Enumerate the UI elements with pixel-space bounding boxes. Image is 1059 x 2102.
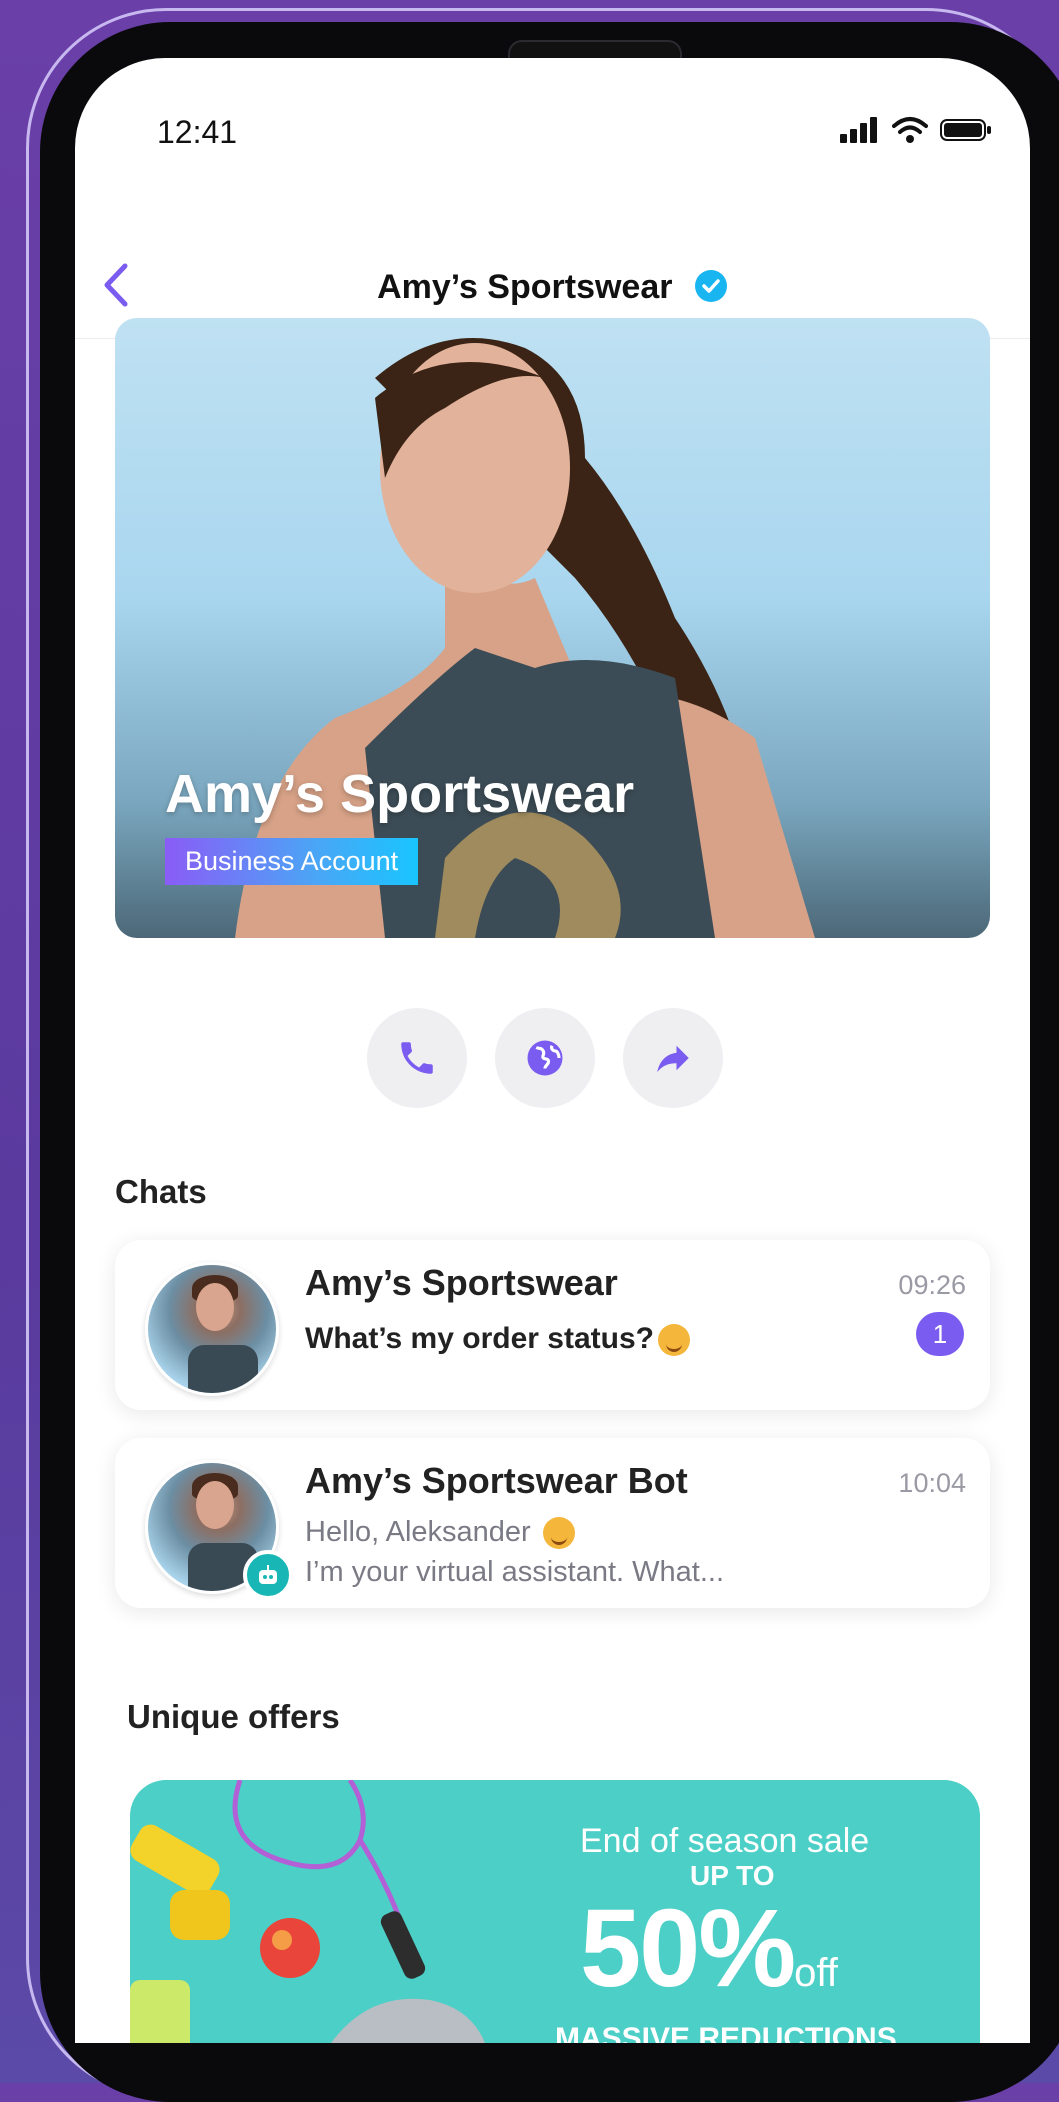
- chat-time: 09:26: [898, 1270, 966, 1300]
- offer-percent: 50%: [580, 1887, 796, 2010]
- chat-list-item[interactable]: Amy’s Sportswear Bot 10:04 Hello, Aleksa…: [115, 1438, 990, 1608]
- chat-message-line1-text: Hello, Aleksander: [305, 1516, 531, 1548]
- offer-headline: End of season sale: [580, 1822, 870, 1860]
- verified-badge-icon: [694, 270, 727, 303]
- share-button[interactable]: [623, 1008, 723, 1108]
- wifi-icon: [892, 117, 928, 143]
- offer-off: off: [794, 1951, 838, 1995]
- bot-badge: [243, 1550, 293, 1600]
- phone-icon: [401, 1042, 433, 1074]
- chat-name: Amy’s Sportswear Bot: [305, 1460, 688, 1501]
- offers-section-title: Unique offers: [127, 1698, 340, 1735]
- offer-discount: 50%off: [580, 1885, 838, 2012]
- fitness-items-illustration: [130, 1780, 485, 2043]
- status-bar: 12:41: [75, 58, 1030, 150]
- cover-banner: Amy’s Sportswear Business Account: [115, 318, 990, 938]
- offer-subline: MASSIVE REDUCTIONS: [555, 2022, 897, 2043]
- chat-name: Amy’s Sportswear: [305, 1262, 618, 1303]
- chat-message: What’s my order status?: [305, 1322, 690, 1357]
- robot-icon: [259, 1565, 277, 1584]
- chat-time: 10:04: [898, 1468, 966, 1498]
- smile-emoji-icon: [657, 1324, 690, 1357]
- hero-title: Amy’s Sportswear: [165, 764, 635, 824]
- chats-section-title: Chats: [115, 1173, 207, 1210]
- chat-message-text: What’s my order status?: [305, 1322, 654, 1355]
- unread-count-badge: 1: [916, 1312, 964, 1356]
- website-button[interactable]: [495, 1008, 595, 1108]
- share-icon: [657, 1045, 689, 1072]
- signal-icon: [840, 117, 877, 143]
- page-title: Amy’s Sportswear: [75, 268, 1030, 307]
- globe-icon: [527, 1040, 563, 1076]
- screen: 12:41 Amy’s Sportswear Amy’s Sportswear …: [75, 58, 1030, 2043]
- action-buttons: [75, 1008, 1030, 1108]
- chat-list-item[interactable]: Amy’s Sportswear 09:26 What’s my order s…: [115, 1240, 990, 1410]
- battery-icon: [940, 119, 991, 141]
- status-icons: [840, 116, 992, 144]
- chat-message-line1: Hello, Aleksander: [305, 1516, 575, 1550]
- avatar: [145, 1262, 279, 1396]
- call-button[interactable]: [367, 1008, 467, 1108]
- status-time: 12:41: [157, 114, 238, 150]
- chat-message-line2: I’m your virtual assistant. What...: [305, 1556, 725, 1588]
- offer-banner[interactable]: End of season sale UP TO 50%off MASSIVE …: [130, 1780, 980, 2043]
- smile-emoji-icon: [542, 1517, 575, 1550]
- page-title-text: Amy’s Sportswear: [377, 268, 673, 306]
- business-account-badge: Business Account: [165, 838, 419, 885]
